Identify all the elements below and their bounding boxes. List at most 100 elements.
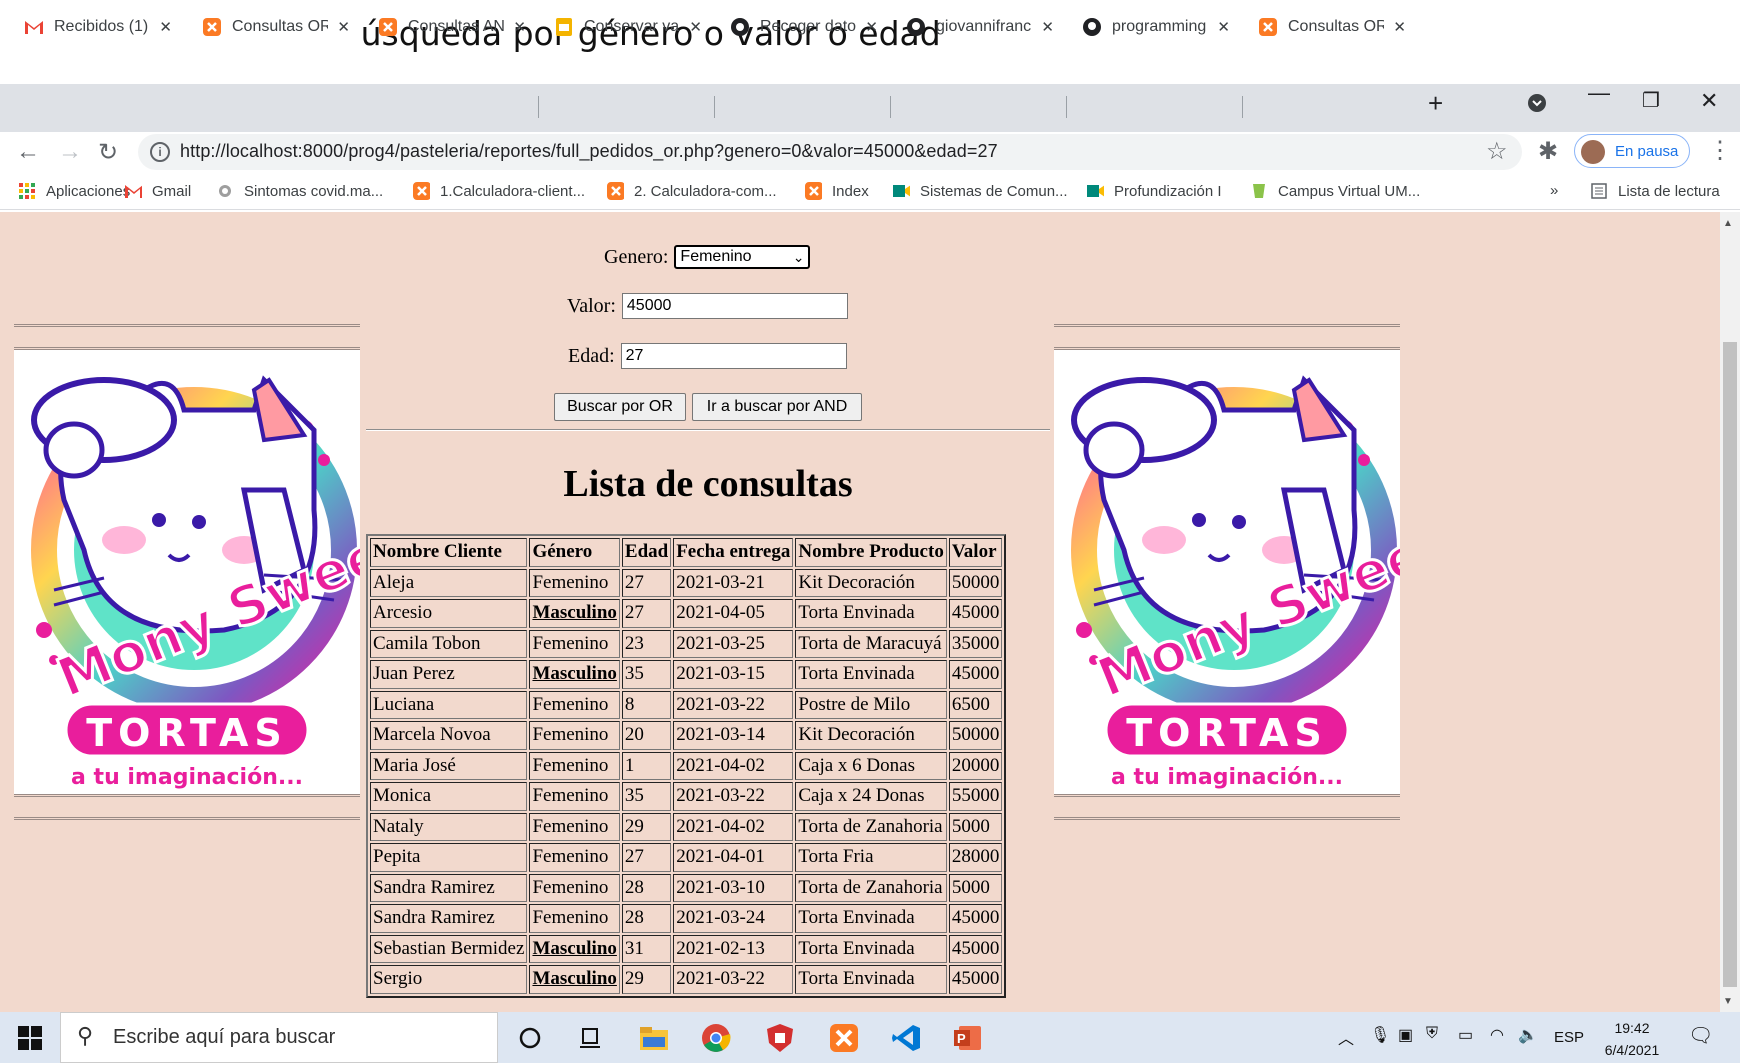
table-cell: Torta Envinada [795, 904, 947, 933]
bookmark-8[interactable]: Profundización I [1086, 182, 1222, 200]
table-cell: Masculino [529, 599, 620, 628]
table-cell: Masculino [529, 965, 620, 994]
close-tab-icon[interactable]: ✕ [689, 18, 702, 36]
minimize-icon[interactable]: — [1588, 80, 1610, 106]
bookmark-6[interactable]: Index [804, 182, 869, 200]
tab-2[interactable]: Consultas OR ✕ [188, 6, 362, 48]
close-window-icon[interactable]: ✕ [1700, 88, 1718, 114]
battery-icon[interactable]: ▭ [1458, 1025, 1473, 1045]
forward-icon[interactable]: → [58, 138, 82, 166]
table-cell: Masculino [529, 934, 620, 963]
bookmark-5[interactable]: 2. Calculadora-com... [606, 182, 777, 200]
tab-separator [714, 96, 715, 118]
chrome-icon[interactable] [700, 1022, 732, 1054]
table-cell: 2021-04-01 [673, 843, 794, 872]
close-tab-icon[interactable]: ✕ [1217, 18, 1230, 36]
vscode-icon[interactable] [890, 1022, 922, 1054]
page-content: Mony Sweet TORTAS a tu imaginación... Mo… [0, 212, 1720, 1012]
tray-chevron-icon[interactable]: ︿ [1338, 1025, 1354, 1049]
new-tab-button[interactable]: + [1428, 88, 1443, 119]
bookmark-3[interactable]: Sintomas covid.ma... [216, 182, 383, 200]
table-cell: Caja x 24 Donas [795, 782, 947, 811]
reading-list[interactable]: Lista de lectura [1590, 182, 1720, 200]
tab-8[interactable]: Consultas OR ✕ [1244, 6, 1418, 48]
close-tab-icon[interactable]: ✕ [337, 18, 350, 36]
buscar-and-button[interactable]: Ir a buscar por AND [692, 393, 862, 421]
edad-input[interactable]: 27 [620, 343, 847, 369]
scroll-down-icon[interactable]: ▼ [1723, 996, 1733, 1007]
xampp-icon [1258, 17, 1278, 37]
table-cell: 2021-04-05 [673, 599, 794, 628]
table-cell: Postre de Milo [795, 690, 947, 719]
table-cell: 2021-03-10 [673, 873, 794, 902]
volume-icon[interactable]: 🔈 [1518, 1025, 1538, 1045]
menu-icon[interactable]: ⋮ [1708, 136, 1732, 165]
table-cell: 1 [621, 751, 672, 780]
gmail-icon [124, 182, 142, 200]
close-tab-icon[interactable]: ✕ [1041, 18, 1054, 36]
table-header-row: Nombre Cliente Género Edad Fecha entrega Nom… [370, 538, 1003, 567]
file-explorer-icon[interactable] [638, 1022, 670, 1054]
table-row: Maria José Femenino 1 2021-04-02 Caja x 6 Do… [370, 751, 1003, 780]
close-tab-icon[interactable]: ✕ [1393, 18, 1406, 36]
notifications-icon[interactable]: 🗨 [1688, 1023, 1713, 1048]
language-indicator[interactable]: ESP [1554, 1029, 1584, 1046]
tab-7[interactable]: programming ✕ [1068, 6, 1242, 48]
wifi-icon[interactable]: ◠ [1490, 1025, 1504, 1045]
tab-search-icon[interactable] [1526, 92, 1548, 120]
left-banner: Mony Sweet TORTAS a tu imaginación... [14, 324, 360, 820]
network-tray-icon[interactable]: ▣ [1398, 1025, 1413, 1045]
table-cell: Torta de Zanahoria [795, 812, 947, 841]
clock[interactable]: 19:42 6/4/2021 [1600, 1017, 1664, 1061]
bookmark-4[interactable]: 1.Calculadora-client... [412, 182, 585, 200]
tab-1[interactable]: Recibidos (1) - ✕ [10, 6, 184, 48]
xampp-icon[interactable] [828, 1022, 860, 1054]
table-cell: Sandra Ramirez [370, 904, 528, 933]
genero-row: Genero: Femenino ⌄ [604, 245, 811, 269]
cortana-icon[interactable] [514, 1022, 546, 1054]
task-view-icon[interactable] [574, 1022, 606, 1054]
extensions-icon[interactable]: ✱ [1538, 137, 1558, 166]
xampp-icon [378, 17, 398, 37]
security-tray-icon[interactable]: ⛨ [1426, 1025, 1438, 1043]
close-tab-icon[interactable]: ✕ [513, 18, 526, 36]
microphone-icon[interactable]: 🎙 [1370, 1025, 1390, 1045]
valor-input[interactable]: 45000 [621, 293, 848, 319]
bookmark-7[interactable]: Sistemas de Comun... [892, 182, 1068, 200]
windows-start-icon[interactable] [18, 1026, 42, 1055]
close-tab-icon[interactable]: ✕ [159, 18, 172, 36]
edge-icon [730, 17, 750, 37]
buscar-or-button[interactable]: Buscar por OR [554, 393, 686, 421]
powerpoint-icon[interactable]: P [952, 1022, 984, 1054]
bookmarks-overflow-icon[interactable]: » [1550, 182, 1558, 199]
table-cell: Pepita [370, 843, 528, 872]
reload-icon[interactable]: ↻ [98, 138, 118, 167]
table-cell: Sergio [370, 965, 528, 994]
tab-3[interactable]: Consultas AND ✕ [364, 6, 538, 48]
info-icon[interactable]: i [150, 142, 170, 162]
scrollbar-thumb[interactable] [1723, 342, 1737, 987]
restore-icon[interactable]: ❐ [1642, 88, 1660, 113]
back-icon[interactable]: ← [16, 138, 40, 166]
table-cell: 27 [621, 843, 672, 872]
tab-6[interactable]: giovannifranc ✕ [892, 6, 1066, 48]
scroll-up-icon[interactable]: ▲ [1723, 218, 1733, 229]
profile-button[interactable]: En pausa [1574, 134, 1690, 168]
genero-select[interactable]: Femenino ⌄ [674, 245, 811, 269]
star-icon[interactable]: ☆ [1486, 137, 1508, 166]
bookmark-1[interactable]: Aplicaciones [18, 182, 130, 200]
tab-title: Consultas OR [1288, 18, 1384, 35]
bookmark-2[interactable]: Gmail [124, 182, 191, 200]
antivirus-icon[interactable] [764, 1022, 796, 1054]
xampp-icon [804, 182, 822, 200]
tab-4[interactable]: Conservar valo ✕ [540, 6, 714, 48]
xampp-icon [606, 182, 624, 200]
campus-icon [1250, 182, 1268, 200]
table-cell: 45000 [948, 660, 1003, 689]
table-cell: Torta de Zanahoria [795, 873, 947, 902]
tab-5[interactable]: Recoger dato ✕ [716, 6, 890, 48]
taskbar-search[interactable]: ⚲ Escribe aquí para buscar [60, 1012, 498, 1063]
close-tab-icon[interactable]: ✕ [865, 18, 878, 36]
url-text[interactable]: http://localhost:8000/prog4/pasteleria/r… [180, 141, 998, 162]
bookmark-9[interactable]: Campus Virtual UM... [1250, 182, 1420, 200]
